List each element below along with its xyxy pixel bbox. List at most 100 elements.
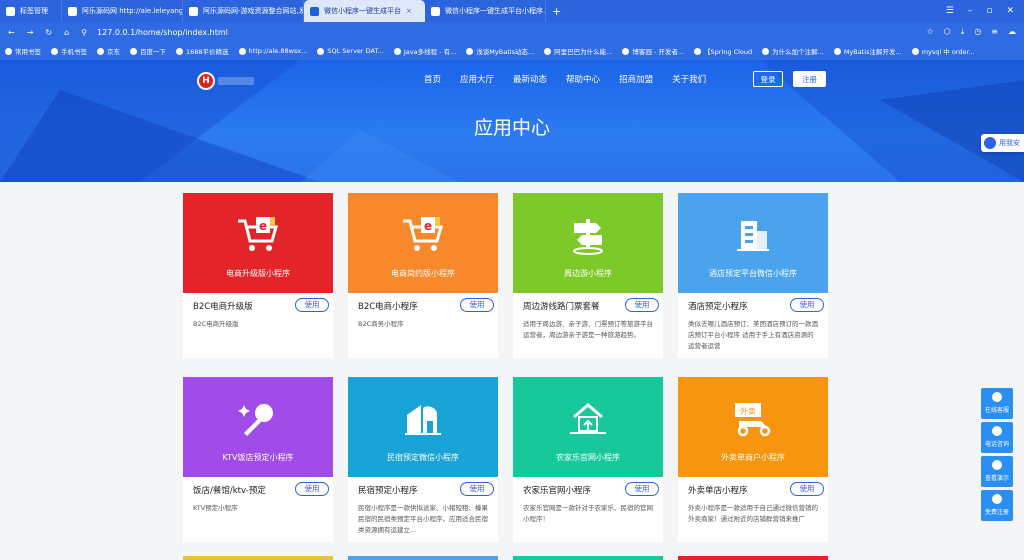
maximize-icon[interactable]: ▫	[986, 6, 992, 16]
nav-app-hall[interactable]: 应用大厅	[460, 73, 494, 85]
search-icon: ⚲	[81, 27, 88, 37]
bookmark-item[interactable]: 1688平价精选	[171, 46, 234, 56]
forward-icon[interactable]: →	[27, 28, 34, 37]
login-button[interactable]: 登录	[753, 71, 783, 87]
tab-bookmark-manager[interactable]: 标签管理	[0, 0, 62, 22]
farmhouse-icon	[568, 377, 608, 441]
delivery-icon: 外卖	[731, 377, 775, 441]
app-card-description: 类似去哪儿酒店预订、美团酒店预订的一款酒店预订平台小程序 适用于手上有酒店资源的…	[688, 320, 818, 350]
download-icon[interactable]: ⤓	[961, 27, 965, 37]
bookmark-favicon-icon	[466, 47, 474, 55]
bookmark-item[interactable]: 【Spring Cloud	[689, 46, 757, 56]
question-icon	[992, 392, 1002, 402]
user-add-icon	[992, 494, 1002, 504]
extension-icon[interactable]: ⬡	[944, 27, 951, 37]
bookmark-item[interactable]: 为什么加个注解...	[757, 46, 829, 56]
bookmark-item[interactable]: 阿里巴巴为什么能...	[539, 46, 617, 56]
view-demo-button[interactable]: 查看演示	[981, 456, 1013, 487]
browser-tab-bar: 标签管理 阿乐源码网 http://ale.leleyang... 阿乐源码网-…	[0, 0, 1024, 22]
app-card-banner[interactable]: 民宿预定微信小程序	[348, 377, 498, 477]
bookmark-item[interactable]: 手机书签	[46, 46, 92, 56]
app-card-description: B2C电商升级版	[193, 320, 239, 328]
tab-aleyuanma-2[interactable]: 阿乐源码网-游戏资源整合网站,发...	[183, 0, 304, 22]
bookmark-item[interactable]: http://ale.88wsx...	[234, 47, 313, 55]
reload-icon[interactable]: ↻	[45, 28, 52, 37]
cloud-icon[interactable]: ☁	[1008, 27, 1016, 37]
home-icon[interactable]: ⌂	[64, 28, 69, 37]
app-card-banner[interactable]: 酒店预定平台微信小程序	[678, 193, 828, 293]
minimize-icon[interactable]: –	[968, 6, 973, 16]
use-button[interactable]: 使用	[460, 298, 494, 312]
bookmark-item[interactable]: 常用书签	[0, 46, 46, 56]
use-button[interactable]: 使用	[295, 482, 329, 496]
register-button[interactable]: 注册	[793, 71, 826, 87]
history-icon[interactable]: ◷	[974, 27, 981, 37]
back-icon[interactable]: ←	[8, 28, 15, 37]
nav-about[interactable]: 关于我们	[672, 73, 706, 85]
close-window-icon[interactable]: ✕	[1006, 6, 1014, 16]
site-logo-text	[218, 77, 254, 85]
nav-franchise[interactable]: 招商加盟	[619, 73, 653, 85]
bookmark-item[interactable]: MyBatis注解开发...	[829, 46, 907, 56]
app-card[interactable]: e 电商简约版小程序 B2C电商小程序 使用 B2C商务小程序	[348, 193, 498, 358]
share-icon	[984, 137, 996, 149]
tab-wechat-mini-program[interactable]: 微信小程序一键生成平台 ×	[304, 0, 425, 22]
bookmark-item[interactable]: Java多线程 - 有...	[389, 46, 461, 56]
app-card[interactable]: 外卖 外卖单商户小程序 外卖单店小程序 使用 外卖小程序是一款适用于自己通过微信…	[678, 377, 828, 542]
menu-icon[interactable]: ☰	[946, 6, 954, 16]
app-card-banner[interactable]: 农家乐官网小程序	[513, 377, 663, 477]
hotel-icon	[733, 193, 773, 257]
bookmark-icon	[6, 6, 15, 16]
app-card[interactable]: 农家乐官网小程序 农家乐官网小程序 使用 农家乐官网是一款针对于农家乐、民宿的官…	[513, 377, 663, 542]
app-card-description: 农家乐官网是一款针对于农家乐、民宿的官网小程序！	[523, 504, 653, 523]
bookmark-item[interactable]: 京东	[92, 46, 125, 56]
site-favicon-icon	[68, 6, 77, 16]
nav-help[interactable]: 帮助中心	[566, 73, 600, 85]
site-logo[interactable]: H	[197, 72, 215, 90]
app-card[interactable]: 酒店预定平台微信小程序 酒店预定小程序 使用 类似去哪儿酒店预订、美团酒店预订的…	[678, 193, 828, 358]
use-button[interactable]: 使用	[790, 298, 824, 312]
window-controls: ☰ – ▫ ✕	[946, 6, 1024, 16]
app-card-banner[interactable]: e 电商升级版小程序	[183, 193, 333, 293]
phone-consult-button[interactable]: 电话咨询	[981, 422, 1013, 453]
app-card[interactable]: KTV饭店预定小程序 饭店/餐馆/ktv-预定 使用 KTV预定小程序	[183, 377, 333, 542]
share-widget[interactable]: 用我安	[981, 134, 1024, 152]
app-card-name: 饭店/餐馆/ktv-预定	[193, 486, 266, 496]
app-card-caption: 外卖单商户小程序	[721, 453, 785, 462]
use-button[interactable]: 使用	[625, 298, 659, 312]
settings-icon[interactable]: ≡	[991, 27, 998, 37]
svg-text:e: e	[259, 219, 267, 233]
bookmark-favicon-icon	[51, 47, 58, 55]
bookmark-item[interactable]: mysql 中 order...	[907, 46, 980, 56]
address-bar: ← → ↻ ⌂ ⚲ 127.0.0.1/home/shop/index.html…	[0, 22, 1024, 42]
nav-news[interactable]: 最新动态	[513, 73, 547, 85]
app-card[interactable]: 民宿预定微信小程序 民宿预定小程序 使用 民宿小程序是一款供拟途家、小猪短租、榛…	[348, 377, 498, 542]
bookmark-item[interactable]: 百度一下	[125, 46, 171, 56]
use-button[interactable]: 使用	[790, 482, 824, 496]
use-button[interactable]: 使用	[295, 298, 329, 312]
nav-home[interactable]: 首页	[424, 73, 441, 85]
app-card-name: 周边游线路门票套餐	[523, 302, 600, 312]
bookmark-favicon-icon	[833, 47, 841, 55]
app-card-banner[interactable]: e 电商简约版小程序	[348, 193, 498, 293]
app-grid	[0, 182, 1024, 560]
tab-wechat-mini-program-2[interactable]: 微信小程序一键生成平台小程序...×	[425, 0, 546, 22]
use-button[interactable]: 使用	[460, 482, 494, 496]
close-tab-icon[interactable]: ×	[406, 7, 412, 15]
bookmark-item[interactable]: 浅谈MyBatis动态...	[461, 46, 539, 56]
app-card-banner[interactable]: 周边游小程序	[513, 193, 663, 293]
star-icon[interactable]: ☆	[927, 27, 934, 37]
app-card-banner[interactable]: KTV饭店预定小程序	[183, 377, 333, 477]
tab-aleyuanma-1[interactable]: 阿乐源码网 http://ale.leleyang...	[62, 0, 183, 22]
free-register-button[interactable]: 免费注册	[981, 490, 1013, 521]
bookmark-item[interactable]: SQL Server DAT...	[312, 47, 389, 55]
bookmark-item[interactable]: 博客园 - 开发者...	[617, 46, 689, 56]
use-button[interactable]: 使用	[625, 482, 659, 496]
app-card-banner[interactable]: 外卖 外卖单商户小程序	[678, 377, 828, 477]
online-service-button[interactable]: 在线客服	[981, 388, 1013, 419]
app-card[interactable]: e 电商升级版小程序 B2C电商升级版 使用 B2C电商升级版	[183, 193, 333, 358]
app-card[interactable]: 周边游小程序 周边游线路门票套餐 使用 适用于周边游、亲子游、门票预订等旅游平台…	[513, 193, 663, 358]
new-tab-button[interactable]: +	[546, 0, 567, 22]
url-field[interactable]: 127.0.0.1/home/shop/index.html	[97, 28, 927, 37]
next-row-card	[513, 556, 663, 560]
